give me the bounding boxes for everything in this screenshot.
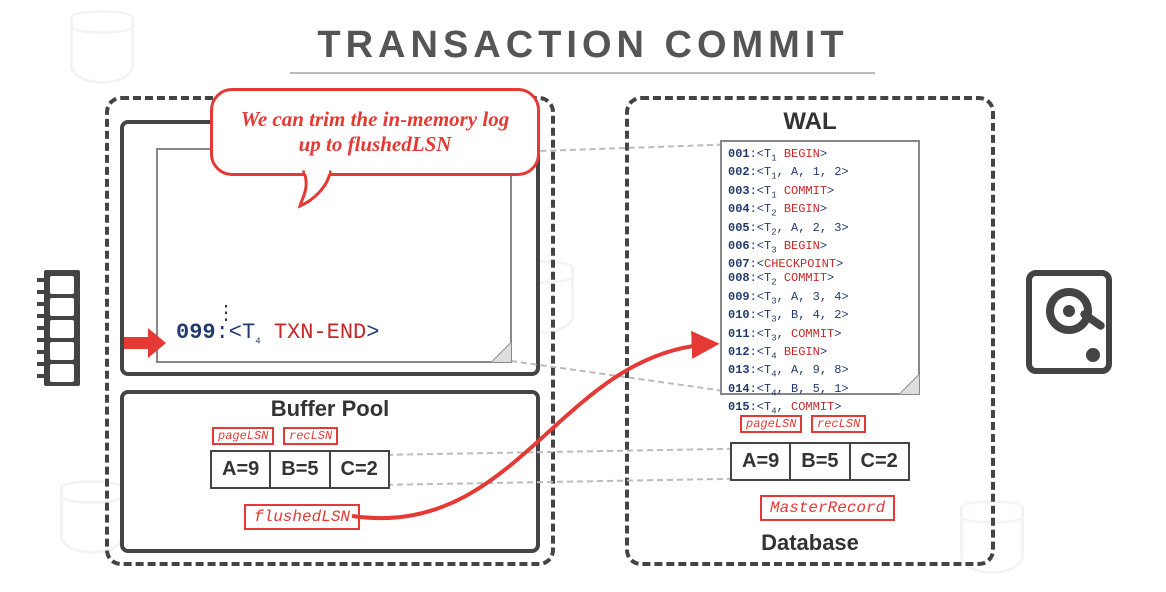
- buffer-recLSN-chip: recLSN: [283, 427, 338, 445]
- slide-title: TRANSACTION COMMIT: [0, 24, 1166, 67]
- append-arrow-icon: [124, 328, 168, 358]
- db-recLSN-chip: recLSN: [811, 415, 866, 433]
- title-divider: [290, 72, 875, 74]
- database-label: Database: [625, 530, 995, 556]
- callout-tail-icon: [300, 172, 338, 206]
- wal-disk-log: 001:<T1 BEGIN>002:<T1, A, 1, 2>003:<T1 C…: [728, 147, 849, 418]
- buffer-pool-page: A=9B=5C=2: [210, 450, 390, 489]
- database-page: A=9B=5C=2: [730, 442, 910, 481]
- ram-icon: [37, 270, 87, 386]
- masterRecord-chip: MasterRecord: [760, 495, 895, 521]
- db-pageLSN-chip: pageLSN: [740, 415, 802, 433]
- callout-text: We can trim the in-memory log up to flus…: [229, 107, 521, 157]
- buffer-pool-label: Buffer Pool: [124, 396, 536, 422]
- wal-disk-label: WAL: [625, 108, 995, 136]
- wal-disk-sheet: 001:<T1 BEGIN>002:<T1, A, 1, 2>003:<T1 C…: [720, 140, 920, 395]
- buffer-pageLSN-chip: pageLSN: [212, 427, 274, 445]
- callout-bubble: We can trim the in-memory log up to flus…: [210, 88, 540, 176]
- flushedLSN-chip: flushedLSN: [244, 504, 360, 530]
- disk-icon: [1026, 270, 1112, 374]
- wal-buffer-log: 099:<T4 TXN-END>: [176, 326, 379, 348]
